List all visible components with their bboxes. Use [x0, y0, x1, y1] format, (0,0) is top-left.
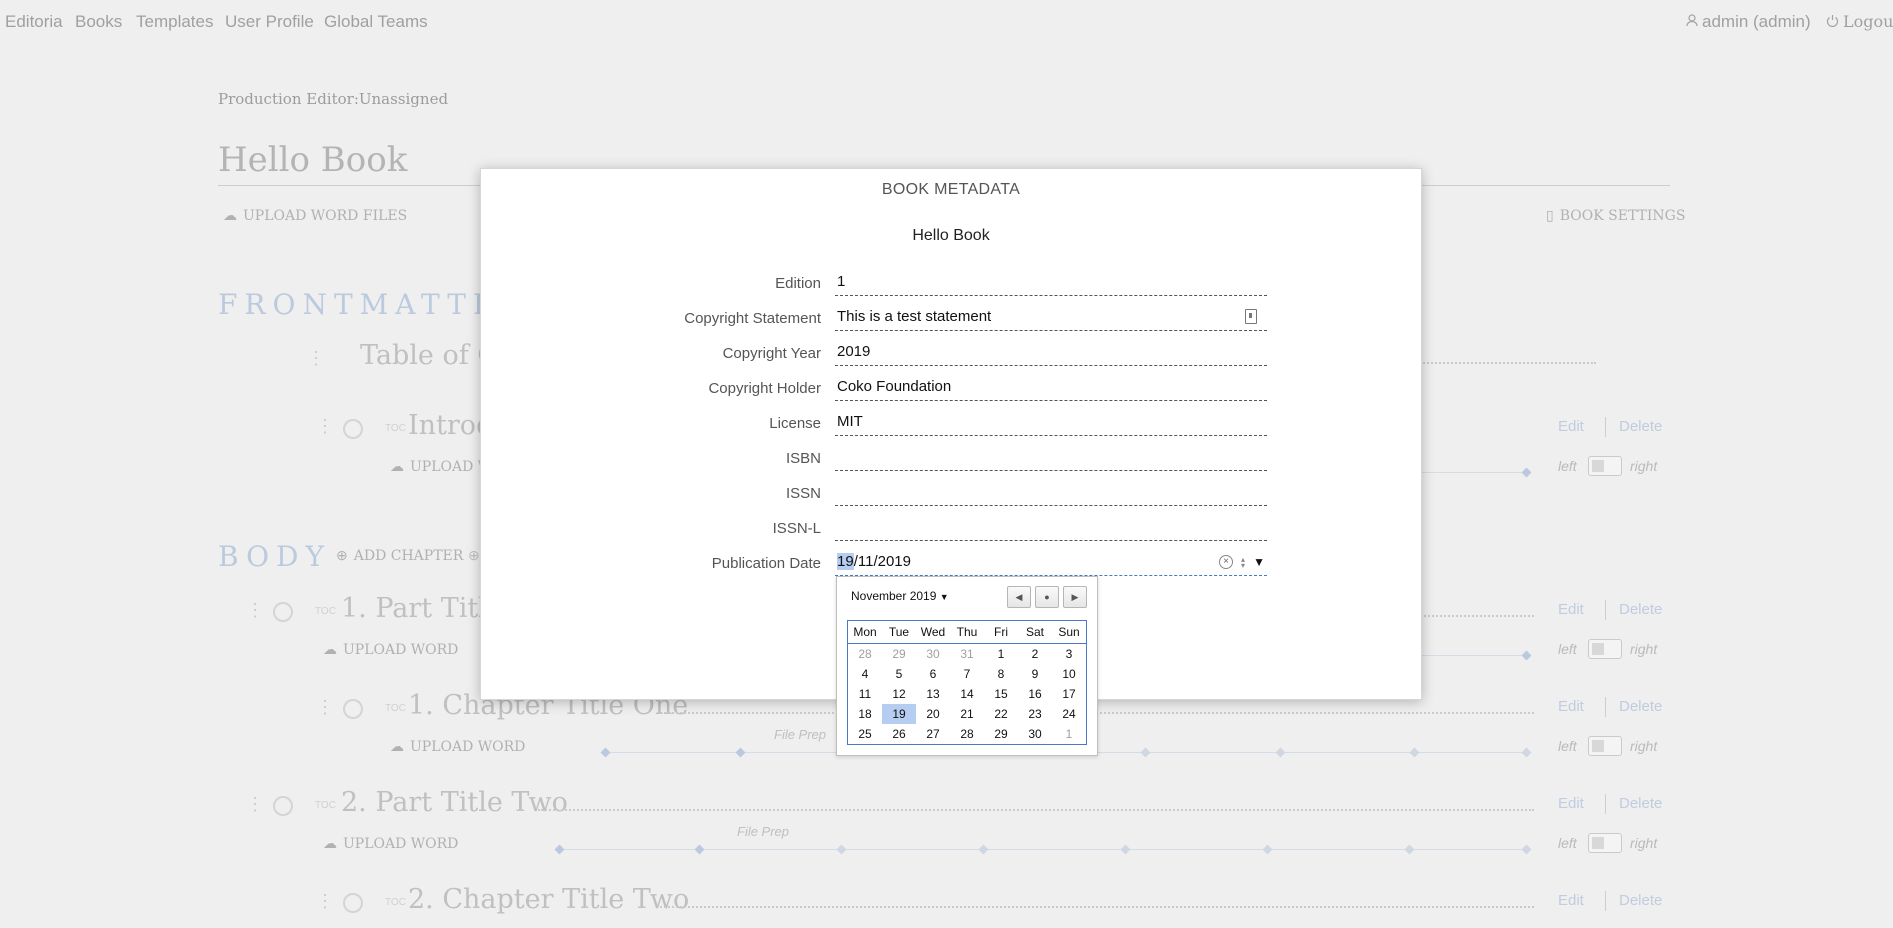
calendar-day[interactable]: 10: [1052, 664, 1086, 684]
calendar-day[interactable]: 1: [1052, 724, 1086, 744]
calendar-day[interactable]: 3: [1052, 644, 1086, 664]
issn-field[interactable]: [835, 475, 1267, 506]
calendar-day[interactable]: 13: [916, 684, 950, 704]
copyright-holder-label: Copyright Holder: [708, 380, 821, 397]
copyright-statement-label: Copyright Statement: [684, 310, 821, 327]
next-month-button[interactable]: ▶: [1063, 586, 1087, 608]
calendar-day[interactable]: 26: [882, 724, 916, 744]
weekday-header: Mon Tue Wed Thu Fri Sat Sun: [848, 621, 1086, 644]
weekday-label: Tue: [888, 625, 910, 639]
calendar-day[interactable]: 5: [882, 664, 916, 684]
copyright-statement-field[interactable]: This is a test statement: [835, 300, 1267, 331]
copyright-year-field[interactable]: 2019: [835, 335, 1267, 366]
date-spinner-icon[interactable]: ▴ ▾: [1241, 556, 1245, 570]
statement-editor-icon[interactable]: [1245, 309, 1257, 324]
calendar-day[interactable]: 7: [950, 664, 984, 684]
calendar-day[interactable]: 14: [950, 684, 984, 704]
weekday-label: Fri: [994, 625, 1008, 639]
issn-l-field[interactable]: [835, 510, 1267, 541]
calendar-day[interactable]: 12: [882, 684, 916, 704]
date-year[interactable]: 2019: [878, 553, 911, 570]
calendar-day[interactable]: 11: [848, 684, 882, 704]
calendar-week: 4 5 6 7 8 9 10: [848, 664, 1086, 684]
copyright-year-label: Copyright Year: [722, 345, 821, 362]
calendar-day[interactable]: 16: [1018, 684, 1052, 704]
isbn-label: ISBN: [785, 450, 821, 467]
caret-down-icon: ▼: [939, 592, 949, 602]
calendar-grid: Mon Tue Wed Thu Fri Sat Sun 28 29 30 31 …: [847, 620, 1087, 745]
license-label: License: [769, 415, 821, 432]
date-day[interactable]: 19: [837, 553, 854, 570]
calendar-day[interactable]: 4: [848, 664, 882, 684]
calendar-day[interactable]: 25: [848, 724, 882, 744]
copyright-holder-field[interactable]: Coko Foundation: [835, 370, 1267, 401]
calendar-day[interactable]: 6: [916, 664, 950, 684]
today-button[interactable]: ●: [1035, 586, 1059, 608]
clear-date-icon[interactable]: ×: [1219, 555, 1233, 569]
issn-label: ISSN: [785, 485, 821, 502]
isbn-field[interactable]: [835, 440, 1267, 471]
calendar-day[interactable]: 15: [984, 684, 1018, 704]
calendar-week: 25 26 27 28 29 30 1: [848, 724, 1086, 744]
calendar-day[interactable]: 23: [1018, 704, 1052, 724]
calendar-day[interactable]: 28: [848, 644, 882, 664]
calendar-day[interactable]: 30: [916, 644, 950, 664]
publication-date-label: Publication Date: [711, 555, 821, 572]
modal-book-title: Hello Book: [912, 227, 990, 244]
weekday-label: Sat: [1025, 625, 1044, 639]
calendar-day[interactable]: 29: [984, 724, 1018, 744]
issn-l-label: ISSN-L: [772, 520, 821, 537]
calendar-day[interactable]: 28: [950, 724, 984, 744]
calendar-day[interactable]: 2: [1018, 644, 1052, 664]
weekday-label: Mon: [853, 625, 877, 639]
calendar-day[interactable]: 9: [1018, 664, 1052, 684]
month-select[interactable]: November 2019 ▼: [851, 589, 949, 603]
calendar-week: 11 12 13 14 15 16 17: [848, 684, 1086, 704]
license-field[interactable]: MIT: [835, 405, 1267, 436]
calendar-day[interactable]: 22: [984, 704, 1018, 724]
edition-field[interactable]: 1: [835, 265, 1267, 296]
calendar-dropdown-icon[interactable]: ▼: [1253, 555, 1265, 569]
calendar-day-selected[interactable]: 19: [882, 704, 916, 724]
calendar-day[interactable]: 27: [916, 724, 950, 744]
weekday-label: Sun: [1058, 625, 1080, 639]
modal-heading: BOOK METADATA: [881, 181, 1021, 198]
edition-label: Edition: [775, 275, 821, 292]
calendar-week: 18 19 20 21 22 23 24: [848, 704, 1086, 724]
calendar-day[interactable]: 21: [950, 704, 984, 724]
calendar-day[interactable]: 1: [984, 644, 1018, 664]
calendar-day[interactable]: 18: [848, 704, 882, 724]
publication-date-field[interactable]: 19/11/2019 × ▴ ▾ ▼: [835, 545, 1267, 576]
previous-month-button[interactable]: ◀: [1007, 586, 1031, 608]
calendar-week: 28 29 30 31 1 2 3: [848, 644, 1086, 664]
calendar-day[interactable]: 17: [1052, 684, 1086, 704]
calendar-day[interactable]: 29: [882, 644, 916, 664]
calendar-day[interactable]: 31: [950, 644, 984, 664]
calendar-day[interactable]: 20: [916, 704, 950, 724]
weekday-label: Thu: [956, 625, 978, 639]
date-month[interactable]: 11: [858, 553, 874, 570]
calendar-day[interactable]: 8: [984, 664, 1018, 684]
weekday-label: Wed: [920, 625, 946, 639]
calendar-day[interactable]: 24: [1052, 704, 1086, 724]
calendar-day[interactable]: 30: [1018, 724, 1052, 744]
date-picker-popup: November 2019 ▼ ◀ ● ▶ Mon Tue Wed Thu Fr…: [836, 576, 1098, 756]
